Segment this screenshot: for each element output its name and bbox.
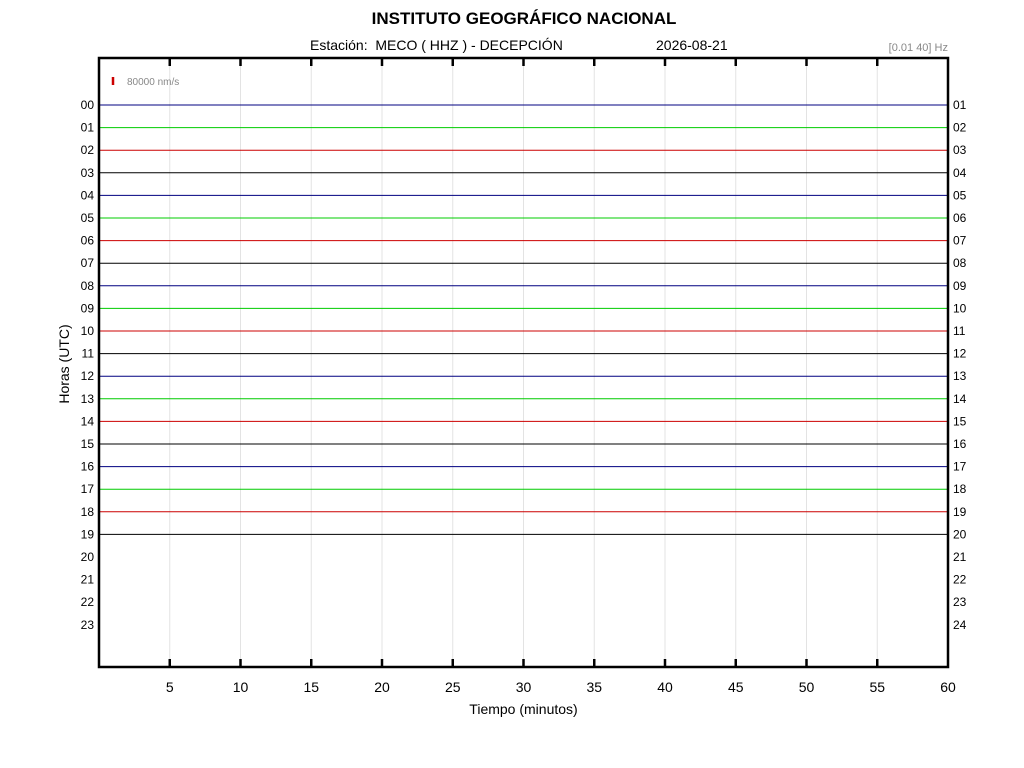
hour-label-left: 17 bbox=[81, 482, 95, 496]
x-tick-label: 45 bbox=[728, 679, 744, 695]
x-tick-label: 50 bbox=[799, 679, 815, 695]
hour-label-right: 07 bbox=[953, 234, 967, 248]
x-tick-label: 20 bbox=[374, 679, 390, 695]
y-axis-label: Horas (UTC) bbox=[56, 324, 72, 403]
hour-label-right: 21 bbox=[953, 550, 967, 564]
x-tick-label: 5 bbox=[166, 679, 174, 695]
hour-label-right: 10 bbox=[953, 301, 967, 315]
x-tick-label: 60 bbox=[940, 679, 956, 695]
hour-label-left: 09 bbox=[81, 301, 95, 315]
hour-label-right: 01 bbox=[953, 98, 967, 112]
hour-label-right: 19 bbox=[953, 505, 967, 519]
scale-label: 80000 nm/s bbox=[127, 77, 179, 88]
hour-label-right: 16 bbox=[953, 437, 967, 451]
hour-label-left: 08 bbox=[81, 279, 95, 293]
hour-label-left: 19 bbox=[81, 527, 95, 541]
hour-label-left: 07 bbox=[81, 256, 95, 270]
hour-label-right: 14 bbox=[953, 392, 967, 406]
hour-label-left: 14 bbox=[81, 414, 95, 428]
hour-label-left: 00 bbox=[81, 98, 95, 112]
hour-label-right: 06 bbox=[953, 211, 967, 225]
hour-label-right: 15 bbox=[953, 414, 967, 428]
hour-label-right: 23 bbox=[953, 595, 967, 609]
hour-label-right: 22 bbox=[953, 573, 967, 587]
hour-label-left: 23 bbox=[81, 618, 95, 632]
x-tick-label: 25 bbox=[445, 679, 461, 695]
hour-label-right: 08 bbox=[953, 256, 967, 270]
hour-label-left: 21 bbox=[81, 573, 95, 587]
hour-label-right: 04 bbox=[953, 166, 967, 180]
hour-label-left: 12 bbox=[81, 369, 95, 383]
hour-label-left: 02 bbox=[81, 143, 95, 157]
hour-label-left: 15 bbox=[81, 437, 95, 451]
x-tick-label: 10 bbox=[233, 679, 249, 695]
x-tick-label: 15 bbox=[303, 679, 319, 695]
hour-label-left: 11 bbox=[82, 347, 95, 361]
hour-label-right: 20 bbox=[953, 527, 967, 541]
x-axis-label: Tiempo (minutos) bbox=[469, 701, 577, 717]
x-tick-label: 30 bbox=[516, 679, 532, 695]
hour-label-right: 05 bbox=[953, 188, 967, 202]
hour-label-left: 22 bbox=[81, 595, 95, 609]
hour-label-left: 05 bbox=[81, 211, 95, 225]
seismogram-plot: 5 10 15 20 25 30 35 40 45 50 55 60 00 01 02 03 04 05 06 07 0… bbox=[56, 56, 967, 717]
hour-label-right: 13 bbox=[953, 369, 967, 383]
hour-label-left: 16 bbox=[81, 460, 95, 474]
x-tick-label: 35 bbox=[586, 679, 602, 695]
x-tick-label: 40 bbox=[657, 679, 673, 695]
hour-label-left: 13 bbox=[81, 392, 95, 406]
hour-label-right: 12 bbox=[953, 347, 967, 361]
hour-label-right: 02 bbox=[953, 121, 967, 135]
hour-label-right: 17 bbox=[953, 460, 967, 474]
hour-label-left: 18 bbox=[81, 505, 95, 519]
hour-label-left: 10 bbox=[81, 324, 95, 338]
hour-label-left: 20 bbox=[81, 550, 95, 564]
hour-label-right: 09 bbox=[953, 279, 967, 293]
hour-label-right: 11 bbox=[953, 324, 966, 338]
hour-label-left: 03 bbox=[81, 166, 95, 180]
hour-label-right: 18 bbox=[953, 482, 967, 496]
x-tick-label: 55 bbox=[869, 679, 885, 695]
hour-label-left: 04 bbox=[81, 188, 95, 202]
hour-label-right: 24 bbox=[953, 618, 967, 632]
hour-label-right: 03 bbox=[953, 143, 967, 157]
hour-label-left: 06 bbox=[81, 234, 95, 248]
hour-label-left: 01 bbox=[81, 121, 95, 135]
